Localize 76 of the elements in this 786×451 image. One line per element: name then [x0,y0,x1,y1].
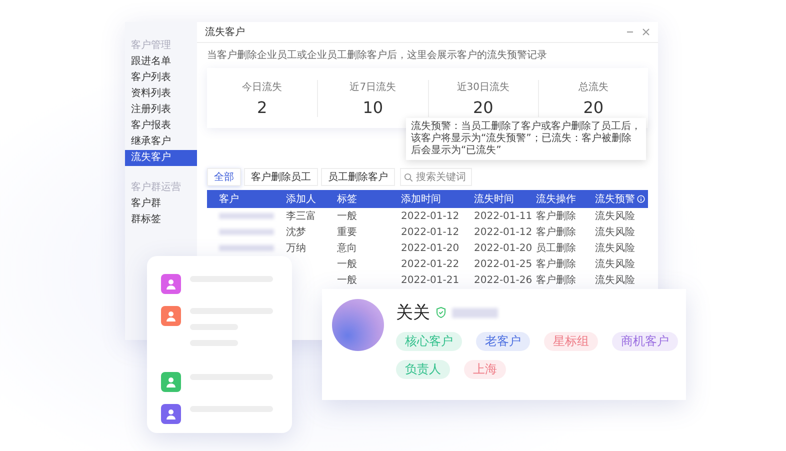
table-cell: 流失风险 [595,275,635,286]
table-cell: 2022-01-12 [474,226,532,238]
sidebar-group-label: 客户管理 [130,38,172,53]
search-field[interactable]: 搜索关键词 [400,168,472,186]
table-cell: 2022-01-26 [474,274,532,286]
table-cell: 客户删除 [536,259,576,270]
sidebar-group-label: 客户群运营 [130,180,182,195]
table-cell: 重要 [337,227,357,238]
window-title: 流失客户 [205,26,246,39]
stat-label: 今日流失 [242,80,282,94]
table-cell: 意向 [337,243,357,254]
table-cell: 2022-01-22 [401,258,460,270]
stat-label: 总流失 [578,80,608,94]
table-cell: 流失风险 [595,227,635,238]
stat-value: 20 [472,98,494,116]
sidebar-item[interactable]: 注册列表 [125,102,197,118]
tag: 核心客户 [396,332,462,351]
column-header: 流失操作 [536,192,576,206]
sidebar-item[interactable]: 客户列表 [125,70,197,86]
table-cell: 一般 [337,275,357,286]
photo-placeholder [332,299,384,351]
sidebar-item[interactable]: 继承客户 [125,134,197,150]
sidebar-item[interactable]: 群标签 [125,212,197,228]
table-cell: 2022-01-20 [474,242,532,254]
column-header: 流失时间 [474,192,514,206]
table-cell: 2022-01-11 [474,210,532,222]
stat-label: 近7日流失 [350,80,396,94]
table-cell: 客户删除 [536,227,576,238]
table-cell: 万纳 [286,243,306,254]
table-cell: 客户删除 [536,275,576,286]
blurred-customer-name [219,213,274,219]
table-cell: 流失风险 [595,243,635,254]
table-cell: 2022-01-25 [474,258,532,270]
description-text: 当客户删除企业员工或企业员工删除客户后，这里会展示客户的流失预警记录 [206,48,548,62]
table-cell: 客户删除 [536,211,576,222]
info-icon [637,195,645,203]
table-cell: 2022-01-21 [401,274,460,286]
tag: 负责人 [396,360,450,379]
filter-tab[interactable]: 全部 [207,168,241,186]
tooltip: 流失预警：当员工删除了客户或客户删除了员工后，该客户将显示为“流失预警”；已流失：客户被删除后会显示为“已流失” [406,118,646,160]
column-header: 流失预警 [595,192,635,206]
table-cell: 一般 [337,211,357,222]
column-header: 添加时间 [401,192,441,206]
stat-value: 2 [257,98,268,116]
sidebar-item[interactable]: 客户报表 [125,118,197,134]
column-header: 客户 [219,192,239,206]
column-header: 添加人 [286,192,316,206]
tag: 上海 [464,360,506,379]
table-cell: 流失风险 [595,211,635,222]
table-cell: 流失风险 [595,259,635,270]
search-icon [404,172,413,182]
filter-tab[interactable]: 员工删除客户 [321,168,395,186]
table-cell: 李三富 [286,211,316,222]
column-header: 标签 [337,192,357,206]
stat-value: 20 [583,98,604,116]
table-cell: 2022-01-12 [401,226,460,238]
tag: 星标组 [544,332,598,351]
blurred-company-name [452,308,498,318]
tag: 商机客户 [612,332,678,351]
stat-label: 近30日流失 [456,80,510,94]
tag: 老客户 [476,332,530,351]
filter-tab[interactable]: 客户删除员工 [244,168,318,186]
sidebar-item[interactable]: 流失客户 [125,150,197,166]
table-cell: 员工删除 [536,243,576,254]
table-cell: 一般 [337,259,357,270]
sidebar-item[interactable]: 客户群 [125,196,197,212]
blurred-customer-name [219,229,274,235]
profile-name: 关关 [396,302,430,324]
stat-value: 10 [362,98,384,116]
close-icon[interactable] [642,28,650,36]
sidebar-item[interactable]: 跟进名单 [125,54,197,70]
blurred-customer-name [219,245,274,251]
table-cell: 2022-01-12 [401,210,460,222]
table-cell: 沈梦 [286,227,306,238]
sidebar-item[interactable]: 资料列表 [125,86,197,102]
table-cell: 2022-01-20 [401,242,460,254]
